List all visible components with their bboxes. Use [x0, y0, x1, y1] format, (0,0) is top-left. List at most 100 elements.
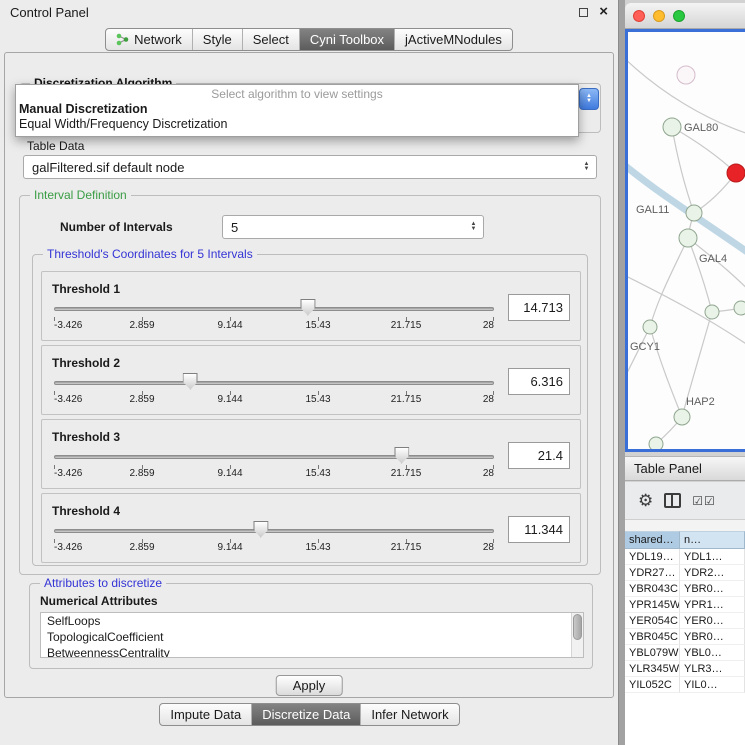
threshold-4-panel: Threshold 4 -3.426 2.859 9.144 15.43 21.… [41, 493, 581, 563]
node-label: GAL80 [684, 122, 718, 134]
network-icon [116, 33, 129, 46]
stepper-down-icon: ▼ [586, 99, 592, 104]
select-columns-icon[interactable]: ☑☑ [692, 494, 716, 508]
node-label: GAL4 [699, 253, 727, 265]
network-canvas-area[interactable]: GAL80 GAL11 GAL4 GCY1 HAP2 [628, 32, 745, 449]
list-item[interactable]: TopologicalCoefficient [41, 629, 583, 645]
slider-scale: -3.426 2.859 9.144 15.43 21.715 28 [54, 320, 494, 333]
slider-thumb[interactable] [394, 447, 409, 464]
slider-scale: -3.426 2.859 9.144 15.43 21.715 28 [54, 468, 494, 481]
tab-select[interactable]: Select [243, 29, 300, 50]
close-window-icon[interactable] [633, 10, 645, 22]
network-view: GAL80 GAL11 GAL4 GCY1 HAP2 [625, 29, 745, 452]
columns-icon[interactable] [664, 493, 681, 508]
threshold-1-value-field[interactable]: 14.713 [508, 294, 570, 321]
slider-thumb[interactable] [300, 299, 315, 316]
network-canvas[interactable]: GAL80 GAL11 GAL4 GCY1 HAP2 [628, 32, 745, 449]
interval-definition-group: Interval Definition Number of Intervals … [19, 195, 601, 575]
table-row[interactable]: YER054CYER0… [625, 613, 745, 629]
network-node[interactable] [643, 320, 657, 334]
slider-track[interactable] [54, 455, 494, 459]
table-panel-header: Table Panel [625, 456, 745, 481]
network-node[interactable] [679, 229, 697, 247]
threshold-2-value-field[interactable]: 6.316 [508, 368, 570, 395]
network-node[interactable] [677, 66, 695, 84]
table-data-label: Table Data [27, 139, 84, 153]
tab-discretize-data[interactable]: Discretize Data [252, 704, 361, 725]
dropdown-option-equal-width[interactable]: Equal Width/Frequency Discretization [16, 117, 578, 132]
network-node[interactable] [734, 301, 745, 315]
numerical-attributes-label: Numerical Attributes [40, 594, 158, 608]
zoom-window-icon[interactable] [673, 10, 685, 22]
network-edges [628, 52, 745, 444]
combobox-value: 5 [231, 220, 238, 235]
dropdown-placeholder: Select algorithm to view settings [16, 87, 578, 102]
slider-thumb[interactable] [183, 373, 198, 390]
mac-titlebar [625, 3, 745, 29]
network-node[interactable] [649, 437, 663, 449]
number-of-intervals-combobox[interactable]: 5 ▲▼ [222, 215, 484, 239]
gear-icon[interactable]: ⚙ [638, 492, 653, 509]
numerical-attributes-list: SelfLoops TopologicalCoefficient Between… [40, 612, 584, 658]
threshold-3-value-field[interactable]: 21.4 [508, 442, 570, 469]
threshold-3-slider[interactable] [54, 446, 494, 466]
threshold-label: Threshold 3 [52, 430, 496, 444]
attributes-group: Attributes to discretize Numerical Attri… [29, 583, 593, 669]
threshold-4-value-field[interactable]: 11.344 [508, 516, 570, 543]
close-panel-icon[interactable]: × [599, 7, 608, 17]
top-tabbar: Network Style Select Cyni Toolbox jActiv… [0, 28, 618, 51]
tab-cyni-toolbox[interactable]: Cyni Toolbox [300, 29, 395, 50]
table-data-combobox[interactable]: galFiltered.sif default node ▲▼ [23, 155, 597, 179]
node-label: GCY1 [630, 341, 660, 353]
table-row[interactable]: YBR045CYBR0… [625, 629, 745, 645]
node-table: shared… n… YDL19…YDL1… YDR27…YDR2… YBR04… [625, 520, 745, 745]
node-label: GAL11 [636, 204, 669, 216]
float-panel-icon[interactable] [579, 8, 588, 17]
table-row[interactable]: YPR145WYPR1… [625, 597, 745, 613]
threshold-1-slider[interactable] [54, 298, 494, 318]
main-window-region: GAL80 GAL11 GAL4 GCY1 HAP2 Table Panel ⚙… [625, 0, 745, 745]
threshold-2-slider[interactable] [54, 372, 494, 392]
slider-track[interactable] [54, 307, 494, 311]
combobox-stepper-icon: ▲▼ [580, 162, 596, 172]
threshold-4-slider[interactable] [54, 520, 494, 540]
dropdown-option-manual[interactable]: Manual Discretization [16, 102, 578, 117]
table-row[interactable]: YIL052CYIL0… [625, 677, 745, 693]
threshold-label: Threshold 2 [52, 356, 496, 370]
tab-impute-data[interactable]: Impute Data [160, 704, 252, 725]
network-node-selected[interactable] [727, 164, 745, 182]
list-scrollbar[interactable] [571, 613, 583, 657]
table-row[interactable]: YBR043CYBR0… [625, 581, 745, 597]
tab-infer-network[interactable]: Infer Network [361, 704, 458, 725]
table-row[interactable]: YLR345WYLR3… [625, 661, 745, 677]
table-top-gap [625, 520, 745, 531]
network-node[interactable] [705, 305, 719, 319]
network-node[interactable] [674, 409, 690, 425]
tab-network[interactable]: Network [106, 29, 193, 50]
slider-track[interactable] [54, 381, 494, 385]
column-header-name[interactable]: n… [680, 531, 745, 549]
network-node[interactable] [686, 205, 702, 221]
scrollbar-thumb[interactable] [573, 614, 582, 640]
table-toolbar: ⚙ ☑☑ [625, 482, 745, 520]
table-row[interactable]: YDR27…YDR2… [625, 565, 745, 581]
algorithm-dropdown-popup: Select algorithm to view settings Manual… [15, 84, 579, 137]
slider-scale: -3.426 2.859 9.144 15.43 21.715 28 [54, 394, 494, 407]
network-node[interactable] [663, 118, 681, 136]
group-legend: Interval Definition [30, 188, 131, 202]
threshold-coordinates-group: Threshold's Coordinates for 5 Intervals … [32, 254, 588, 566]
list-item[interactable]: BetweennessCentrality [41, 645, 583, 658]
table-row[interactable]: YDL19…YDL1… [625, 549, 745, 565]
slider-track[interactable] [54, 529, 494, 533]
table-column-headers: shared… n… [625, 531, 745, 549]
slider-thumb[interactable] [253, 521, 268, 538]
minimize-window-icon[interactable] [653, 10, 665, 22]
apply-button[interactable]: Apply [276, 675, 343, 696]
algorithm-combobox-stepper[interactable]: ▲ ▼ [579, 88, 599, 110]
panel-title: Control Panel [10, 5, 89, 20]
column-header-shared-name[interactable]: shared… [625, 531, 680, 549]
list-item[interactable]: SelfLoops [41, 613, 583, 629]
tab-style[interactable]: Style [193, 29, 243, 50]
table-row[interactable]: YBL079WYBL0… [625, 645, 745, 661]
tab-jactivemnodules[interactable]: jActiveMNodules [395, 29, 512, 50]
